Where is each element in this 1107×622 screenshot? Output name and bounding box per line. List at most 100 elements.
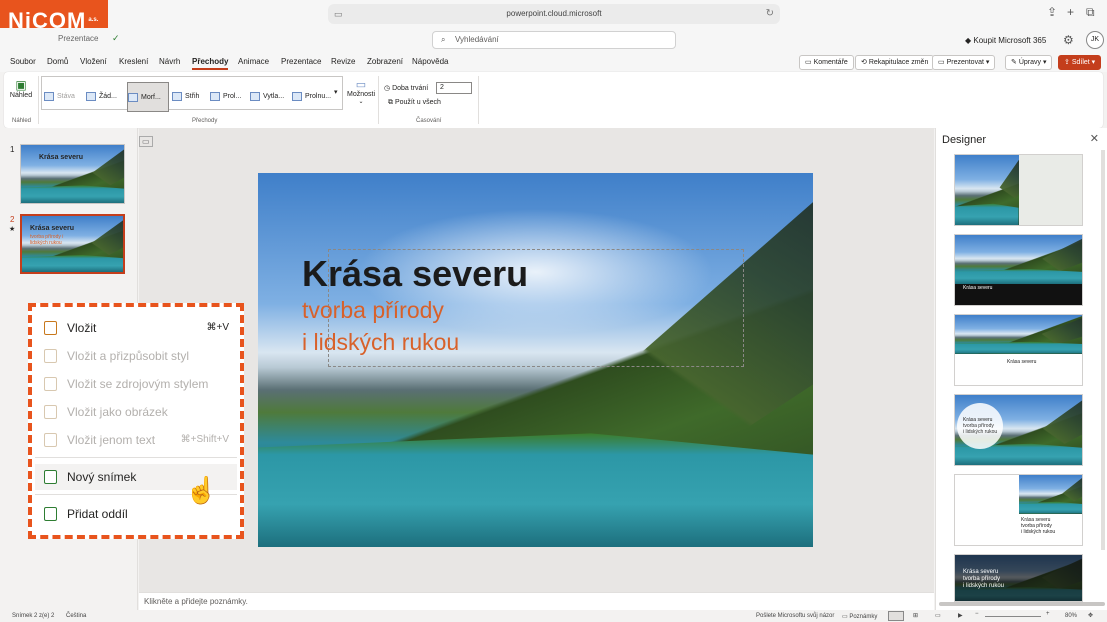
menu-item-paste-match-style[interactable]: Vložit a přizpůsobit styl xyxy=(35,343,237,369)
chevron-down-icon: ⌄ xyxy=(358,99,364,105)
search-input[interactable]: ⌕ Vyhledávání xyxy=(432,31,676,49)
document-title[interactable]: Prezentace xyxy=(58,34,98,43)
separator xyxy=(478,76,479,124)
share-page-icon[interactable]: ⇪ xyxy=(1047,5,1057,19)
zoom-out-icon[interactable]: − xyxy=(975,611,979,617)
status-bar: Snímek 2 z(e) 2 Čeština Pošlete Microsof… xyxy=(0,610,1107,622)
avatar[interactable]: JK xyxy=(1086,31,1104,49)
transition-thumb-icon xyxy=(86,91,96,101)
tab-prezentace[interactable]: Prezentace xyxy=(281,57,321,66)
transition-star-icon: ★ xyxy=(9,226,16,233)
menu-separator xyxy=(35,457,237,458)
design-idea-4[interactable]: Krása severu tvorba přírody i lidských r… xyxy=(954,394,1083,466)
present-button[interactable]: ▭ Prezentovat ▾ xyxy=(932,55,996,70)
notes-toggle[interactable]: ▭ Poznámky xyxy=(842,613,877,620)
reload-icon[interactable]: ↻ xyxy=(766,4,774,24)
duration-input[interactable]: 2 xyxy=(436,82,472,94)
language-indicator[interactable]: Čeština xyxy=(66,613,86,619)
designer-horizontal-scrollbar[interactable] xyxy=(939,602,1105,606)
thumbnail-title: Krása severu xyxy=(30,225,74,232)
thumbnail-subtitle: tvorba přírody i lidských rukou xyxy=(30,234,64,246)
gear-icon[interactable]: ⚙ xyxy=(1063,33,1074,47)
design-idea-2[interactable]: Krása severu xyxy=(954,234,1083,306)
preview-icon: ▣ xyxy=(15,78,27,92)
slide-canvas[interactable]: ▭ Krása severu tvorba přírody i lidských… xyxy=(139,128,934,592)
share-button[interactable]: ⇪ Sdílet ▾ xyxy=(1058,55,1102,70)
design-idea-5[interactable]: Krása severu tvorba přírody i lidských r… xyxy=(954,474,1083,546)
tab-vlozeni[interactable]: Vložení xyxy=(80,57,107,66)
preview-button[interactable]: ▣ Náhled xyxy=(8,78,34,99)
reading-view-icon[interactable]: ▭ xyxy=(935,612,941,619)
transition-push[interactable]: Prol... xyxy=(210,82,248,112)
transition-thumb-icon xyxy=(250,91,260,101)
zoom-level[interactable]: 80% xyxy=(1065,613,1077,619)
separator xyxy=(38,76,39,124)
design-image xyxy=(955,155,1019,225)
tab-domu[interactable]: Domů xyxy=(47,57,68,66)
transition-cut[interactable]: Střih xyxy=(172,82,208,112)
slide-title[interactable]: Krása severu xyxy=(302,253,528,295)
menu-bar: Soubor Domů Vložení Kreslení Návrh Přech… xyxy=(0,52,1107,72)
zoom-in-icon[interactable]: + xyxy=(1046,611,1050,617)
transition-wipe[interactable]: Vytla... xyxy=(250,82,290,112)
notes-field[interactable]: Klikněte a přidejte poznámky. xyxy=(139,592,934,610)
slide-subtitle-line-1[interactable]: tvorba přírody xyxy=(302,297,444,324)
close-icon[interactable]: ✕ xyxy=(1090,132,1099,145)
tab-animace[interactable]: Animace xyxy=(238,57,269,66)
ribbon: ▣ Náhled Náhled Stáva Žád... Morf... Stř… xyxy=(4,72,1103,128)
current-slide[interactable]: Krása severu tvorba přírody i lidských r… xyxy=(258,173,813,547)
transition-dissolve[interactable]: Prolnu... xyxy=(292,82,336,112)
tab-zobrazeni[interactable]: Zobrazení xyxy=(367,57,403,66)
fit-to-window-icon[interactable]: ✥ xyxy=(1088,612,1093,619)
transition-thumb-icon xyxy=(292,91,302,101)
tab-navrh[interactable]: Návrh xyxy=(159,57,180,66)
slideshow-view-icon[interactable]: ▶ xyxy=(958,612,963,619)
apply-to-all-button[interactable]: ⧉ Použít u všech xyxy=(388,99,441,107)
slide-thumbnail-1[interactable]: Krása severu xyxy=(20,144,125,204)
transition-morph[interactable]: Morf... xyxy=(127,82,169,112)
design-image xyxy=(955,315,1082,354)
slide-counter: Snímek 2 z(e) 2 xyxy=(12,613,55,619)
tab-napoveda[interactable]: Nápověda xyxy=(412,57,448,66)
new-tab-icon[interactable]: + xyxy=(1067,5,1074,19)
transition-none[interactable]: Stáva xyxy=(44,82,86,112)
menu-item-paste-picture[interactable]: Vložit jako obrázek xyxy=(35,399,237,425)
preview-group-label: Náhled xyxy=(12,118,32,124)
tab-soubor[interactable]: Soubor xyxy=(10,57,36,66)
designer-pane: Designer ✕ Krása severu Krása severu Krá… xyxy=(935,128,1107,610)
show-thumbnails-icon[interactable]: ▭ xyxy=(139,136,153,147)
tab-kresleni[interactable]: Kreslení xyxy=(119,57,148,66)
slide-thumbnail-2[interactable]: Krása severu tvorba přírody i lidských r… xyxy=(20,214,125,274)
transition-fade[interactable]: Žád... xyxy=(86,82,126,112)
options-button[interactable]: ▭ Možnosti ⌄ xyxy=(346,78,376,105)
tabs-overview-icon[interactable]: ⧉ xyxy=(1086,5,1095,20)
catch-up-button[interactable]: ⟲ Rekapitulace změn xyxy=(855,55,935,70)
address-bar[interactable]: ▭ powerpoint.cloud.microsoft ↻ xyxy=(328,4,780,24)
design-panel xyxy=(1018,155,1082,225)
tab-prechody[interactable]: Přechody xyxy=(192,57,229,70)
zoom-slider[interactable] xyxy=(985,616,1041,617)
comments-button[interactable]: ▭ Komentáře xyxy=(799,55,854,70)
design-idea-3[interactable]: Krása severu xyxy=(954,314,1083,386)
shortcut-label: ⌘+V xyxy=(206,322,229,333)
design-idea-1[interactable] xyxy=(954,154,1083,226)
browser-bar: ▭ powerpoint.cloud.microsoft ↻ ⇪ + ⧉ xyxy=(0,0,1107,28)
menu-item-paste-keep-source[interactable]: Vložit se zdrojovým stylem xyxy=(35,371,237,397)
design-idea-6[interactable]: Krása severu tvorba přírody i lidských r… xyxy=(954,554,1083,602)
gallery-more-icon[interactable]: ▾ xyxy=(334,88,338,96)
slide-subtitle-line-2[interactable]: i lidských rukou xyxy=(302,329,459,356)
slide-sorter-icon[interactable]: ⊞ xyxy=(913,612,918,619)
transition-thumb-icon xyxy=(44,91,54,101)
tab-revize[interactable]: Revize xyxy=(331,57,355,66)
buy-microsoft-365-link[interactable]: ◆ Koupit Microsoft 365 xyxy=(965,36,1046,45)
designer-scrollbar[interactable] xyxy=(1101,150,1105,550)
menu-item-paste-text-only[interactable]: Vložit jenom text ⌘+Shift+V xyxy=(35,427,237,453)
feedback-link[interactable]: Pošlete Microsoftu svůj názor xyxy=(756,613,834,619)
page-icon: ▭ xyxy=(334,9,343,19)
editing-mode-button[interactable]: ✎ Úpravy ▾ xyxy=(1005,55,1053,70)
normal-view-icon[interactable] xyxy=(888,611,904,621)
separator xyxy=(378,76,379,124)
menu-item-paste[interactable]: Vložit ⌘+V xyxy=(35,315,237,341)
design-image xyxy=(955,235,1082,284)
pointer-hand-icon: ☝ xyxy=(185,475,218,505)
